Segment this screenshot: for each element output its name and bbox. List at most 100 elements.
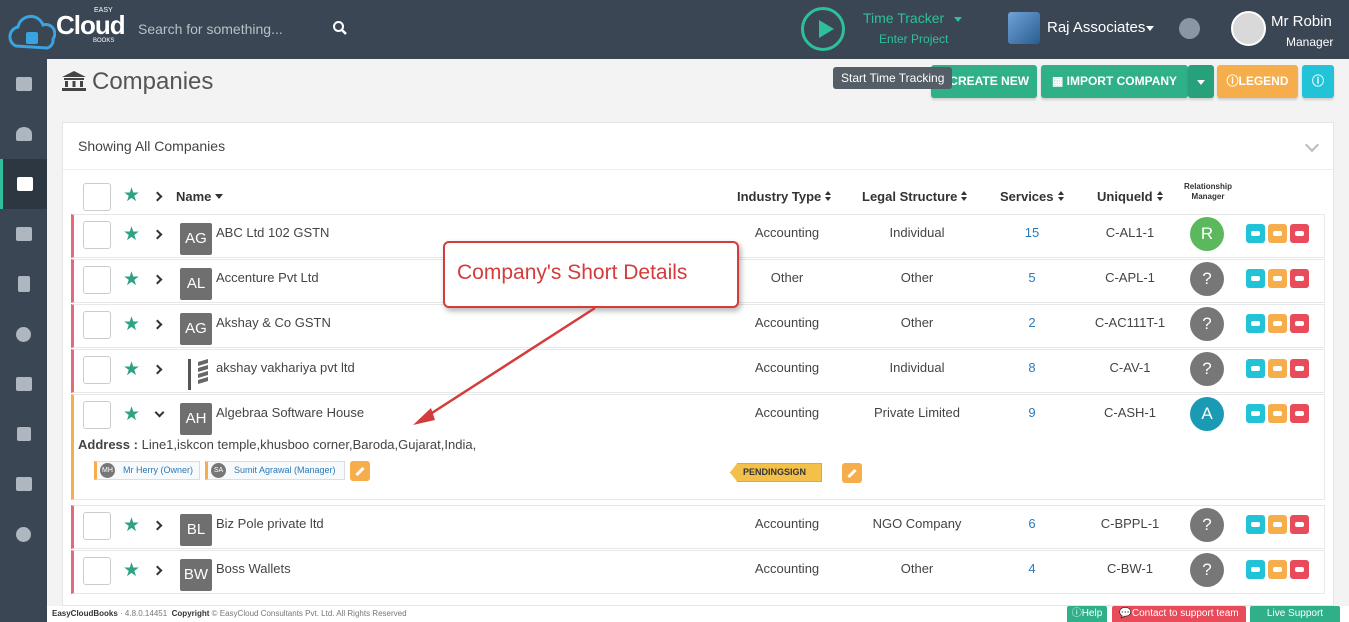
sidebar-item-time[interactable] — [0, 309, 47, 359]
row-checkbox[interactable] — [83, 356, 111, 384]
company-name[interactable]: akshay vakhariya pvt ltd — [216, 360, 355, 375]
panel-header[interactable]: Showing All Companies — [63, 123, 1333, 170]
sidebar-item-settings[interactable] — [0, 509, 47, 559]
import-dropdown-button[interactable] — [1188, 65, 1214, 98]
globe-icon[interactable] — [1179, 18, 1200, 39]
row-checkbox[interactable] — [83, 311, 111, 339]
sidebar-item-documents[interactable] — [0, 259, 47, 309]
sidebar-item-dashboard[interactable] — [0, 59, 47, 109]
company-name[interactable]: Algebraa Software House — [216, 405, 364, 420]
row-checkbox[interactable] — [83, 221, 111, 249]
star-icon[interactable]: ★ — [123, 516, 140, 535]
chevron-down-icon[interactable] — [1304, 137, 1320, 153]
col-uniqueid[interactable]: UniqueId — [1097, 189, 1164, 204]
sidebar-item-services[interactable] — [0, 209, 47, 259]
delete-icon[interactable] — [1290, 224, 1309, 243]
delete-icon[interactable] — [1290, 515, 1309, 534]
star-icon[interactable]: ★ — [123, 270, 140, 289]
services-count[interactable]: 8 — [1012, 360, 1052, 375]
eye-icon[interactable] — [1246, 224, 1265, 243]
services-count[interactable]: 6 — [1012, 516, 1052, 531]
row-checkbox[interactable] — [83, 557, 111, 585]
sidebar-item-users[interactable] — [0, 109, 47, 159]
edit-icon[interactable] — [1268, 359, 1287, 378]
relationship-manager-avatar[interactable]: ? — [1190, 352, 1224, 386]
select-all-checkbox[interactable] — [83, 183, 111, 211]
info-button[interactable]: ⓘ — [1302, 65, 1334, 98]
edit-icon[interactable] — [1268, 314, 1287, 333]
delete-icon[interactable] — [1290, 269, 1309, 288]
star-icon[interactable]: ★ — [123, 360, 140, 379]
relationship-manager-avatar[interactable]: A — [1190, 397, 1224, 431]
col-industry-type[interactable]: Industry Type — [737, 189, 832, 204]
search-input[interactable]: Search for something... — [138, 21, 283, 37]
chevron-down-icon[interactable] — [954, 17, 962, 22]
delete-icon[interactable] — [1290, 314, 1309, 333]
relationship-manager-avatar[interactable]: ? — [1190, 508, 1224, 542]
company-name[interactable]: Accenture Pvt Ltd — [216, 270, 319, 285]
edit-icon[interactable] — [1268, 515, 1287, 534]
legal-structure: NGO Company — [872, 516, 962, 531]
owner-tag[interactable]: MH Mr Herry (Owner) — [94, 461, 200, 480]
relationship-manager-avatar[interactable]: ? — [1190, 553, 1224, 587]
company-name[interactable]: Boss Wallets — [216, 561, 291, 576]
eye-icon[interactable] — [1246, 314, 1265, 333]
services-count[interactable]: 4 — [1012, 561, 1052, 576]
edit-icon[interactable] — [1268, 269, 1287, 288]
user-name[interactable]: Mr Robin — [1271, 13, 1332, 30]
services-count[interactable]: 5 — [1012, 270, 1052, 285]
eye-icon[interactable] — [1246, 515, 1265, 534]
legend-button[interactable]: ⓘLEGEND — [1217, 65, 1298, 98]
company-name[interactable]: Akshay & Co GSTN — [216, 315, 331, 330]
edit-icon[interactable] — [1268, 560, 1287, 579]
relationship-manager-avatar[interactable]: R — [1190, 217, 1224, 251]
star-icon[interactable]: ★ — [123, 561, 140, 580]
services-count[interactable]: 15 — [1012, 225, 1052, 240]
relationship-manager-avatar[interactable]: ? — [1190, 307, 1224, 341]
wrench-icon[interactable] — [842, 463, 862, 483]
time-tracker-project[interactable]: Enter Project — [879, 32, 948, 46]
delete-icon[interactable] — [1290, 359, 1309, 378]
sidebar-item-mail[interactable] — [0, 459, 47, 509]
services-count[interactable]: 2 — [1012, 315, 1052, 330]
star-icon[interactable]: ★ — [123, 405, 140, 424]
contact-support-button[interactable]: 💬Contact to support team — [1112, 606, 1246, 622]
star-icon[interactable]: ★ — [123, 225, 140, 244]
sidebar-item-reports[interactable] — [0, 359, 47, 409]
wrench-icon[interactable] — [350, 461, 370, 481]
chevron-down-icon[interactable] — [1146, 26, 1154, 31]
eye-icon[interactable] — [1246, 404, 1265, 423]
star-icon[interactable]: ★ — [123, 315, 140, 334]
sidebar-item-companies[interactable] — [0, 159, 47, 209]
eye-icon[interactable] — [1246, 359, 1265, 378]
sidebar-item-add[interactable] — [0, 409, 47, 459]
col-services[interactable]: Services — [1000, 189, 1065, 204]
org-selector[interactable]: Raj Associates — [1047, 19, 1145, 36]
envelope-icon — [15, 477, 32, 491]
row-checkbox[interactable] — [83, 266, 111, 294]
import-company-button[interactable]: ▦ IMPORT COMPANY — [1041, 65, 1188, 98]
eye-icon[interactable] — [1246, 269, 1265, 288]
delete-icon[interactable] — [1290, 404, 1309, 423]
col-legal-structure[interactable]: Legal Structure — [862, 189, 968, 204]
services-count[interactable]: 9 — [1012, 405, 1052, 420]
help-button[interactable]: ⓘHelp — [1067, 606, 1107, 622]
manager-tag[interactable]: SA Sumit Agrawal (Manager) — [205, 461, 345, 480]
star-icon[interactable]: ★ — [123, 186, 140, 205]
row-checkbox[interactable] — [83, 512, 111, 540]
edit-icon[interactable] — [1268, 404, 1287, 423]
col-name[interactable]: Name — [176, 189, 224, 204]
time-tracker-title[interactable]: Time Tracker — [863, 10, 944, 26]
app-logo[interactable]: EASY Cloud BOOKS — [6, 4, 126, 54]
relationship-manager-avatar[interactable]: ? — [1190, 262, 1224, 296]
search-icon[interactable] — [332, 20, 348, 36]
company-name[interactable]: ABC Ltd 102 GSTN — [216, 225, 329, 240]
eye-icon[interactable] — [1246, 560, 1265, 579]
live-support-button[interactable]: Live Support — [1250, 606, 1340, 622]
avatar[interactable] — [1231, 11, 1266, 46]
delete-icon[interactable] — [1290, 560, 1309, 579]
company-name[interactable]: Biz Pole private ltd — [216, 516, 324, 531]
play-icon[interactable] — [801, 7, 845, 51]
row-checkbox[interactable] — [83, 401, 111, 429]
edit-icon[interactable] — [1268, 224, 1287, 243]
